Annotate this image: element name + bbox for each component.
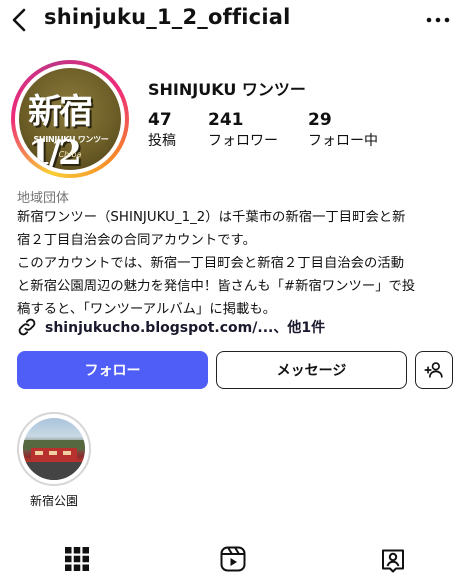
bio-line: 宿２丁目自治会の合同アカウントです。 [17, 233, 256, 248]
follow-button[interactable]: フォロー [17, 351, 208, 389]
posts-stat[interactable]: 47 投稿 [148, 110, 176, 152]
story-highlight[interactable] [17, 412, 91, 486]
profile-bio: 新宿ワンツー（SHINJUKU_1_2）は千葉市の新宿一丁目町会と新 宿２丁目自… [17, 206, 453, 321]
avatar-logo-place: Chiba [58, 150, 82, 159]
more-options-icon[interactable] [424, 13, 452, 27]
highlight-label: 新宿公園 [29, 494, 78, 508]
reels-tab-icon[interactable] [218, 544, 248, 574]
avatar-logo-subtext: SHINJUKU ワンツー [33, 135, 109, 144]
bio-line: このアカウントでは、新宿一丁目町会と新宿２丁目自治会の活動 [17, 256, 405, 271]
profile-tab-bar [0, 540, 462, 578]
posts-count: 47 [148, 110, 172, 130]
back-arrow-icon[interactable] [8, 6, 32, 34]
posts-label: 投稿 [148, 133, 176, 149]
following-count: 29 [308, 110, 332, 130]
bio-line: 新宿ワンツー（SHINJUKU_1_2）は千葉市の新宿一丁目町会と新 [17, 210, 406, 225]
suggested-users-button[interactable] [415, 351, 453, 389]
link-icon [18, 318, 36, 336]
top-bar: shinjuku_1_2_official [0, 0, 462, 40]
profile-username: shinjuku_1_2_official [44, 5, 291, 29]
followers-count: 241 [208, 110, 244, 130]
profile-link-text[interactable]: shinjukucho.blogspot.com/...、他1件 [45, 317, 325, 337]
highlight-cover-image [23, 418, 85, 480]
message-button[interactable]: メッセージ [216, 351, 407, 389]
profile-category: 地域団体 [17, 191, 70, 206]
avatar-story-ring[interactable]: 新宿1/2 SHINJUKU ワンツー Chiba [11, 60, 129, 178]
followers-stat[interactable]: 241 フォロワー [208, 110, 278, 152]
following-label: フォロー中 [308, 133, 378, 149]
grid-tab-icon[interactable] [62, 544, 92, 574]
profile-link[interactable]: shinjukucho.blogspot.com/...、他1件 [17, 315, 325, 339]
add-person-icon [424, 362, 443, 378]
avatar[interactable]: 新宿1/2 SHINJUKU ワンツー Chiba [19, 68, 121, 170]
bio-line: と新宿公園周辺の魅力を発信中！皆さんも「#新宿ワンツー」で投 [17, 279, 416, 294]
following-stat[interactable]: 29 フォロー中 [308, 110, 378, 152]
followers-label: フォロワー [208, 133, 278, 149]
display-name: SHINJUKU ワンツー [148, 80, 306, 99]
tagged-tab-icon[interactable] [378, 544, 408, 574]
